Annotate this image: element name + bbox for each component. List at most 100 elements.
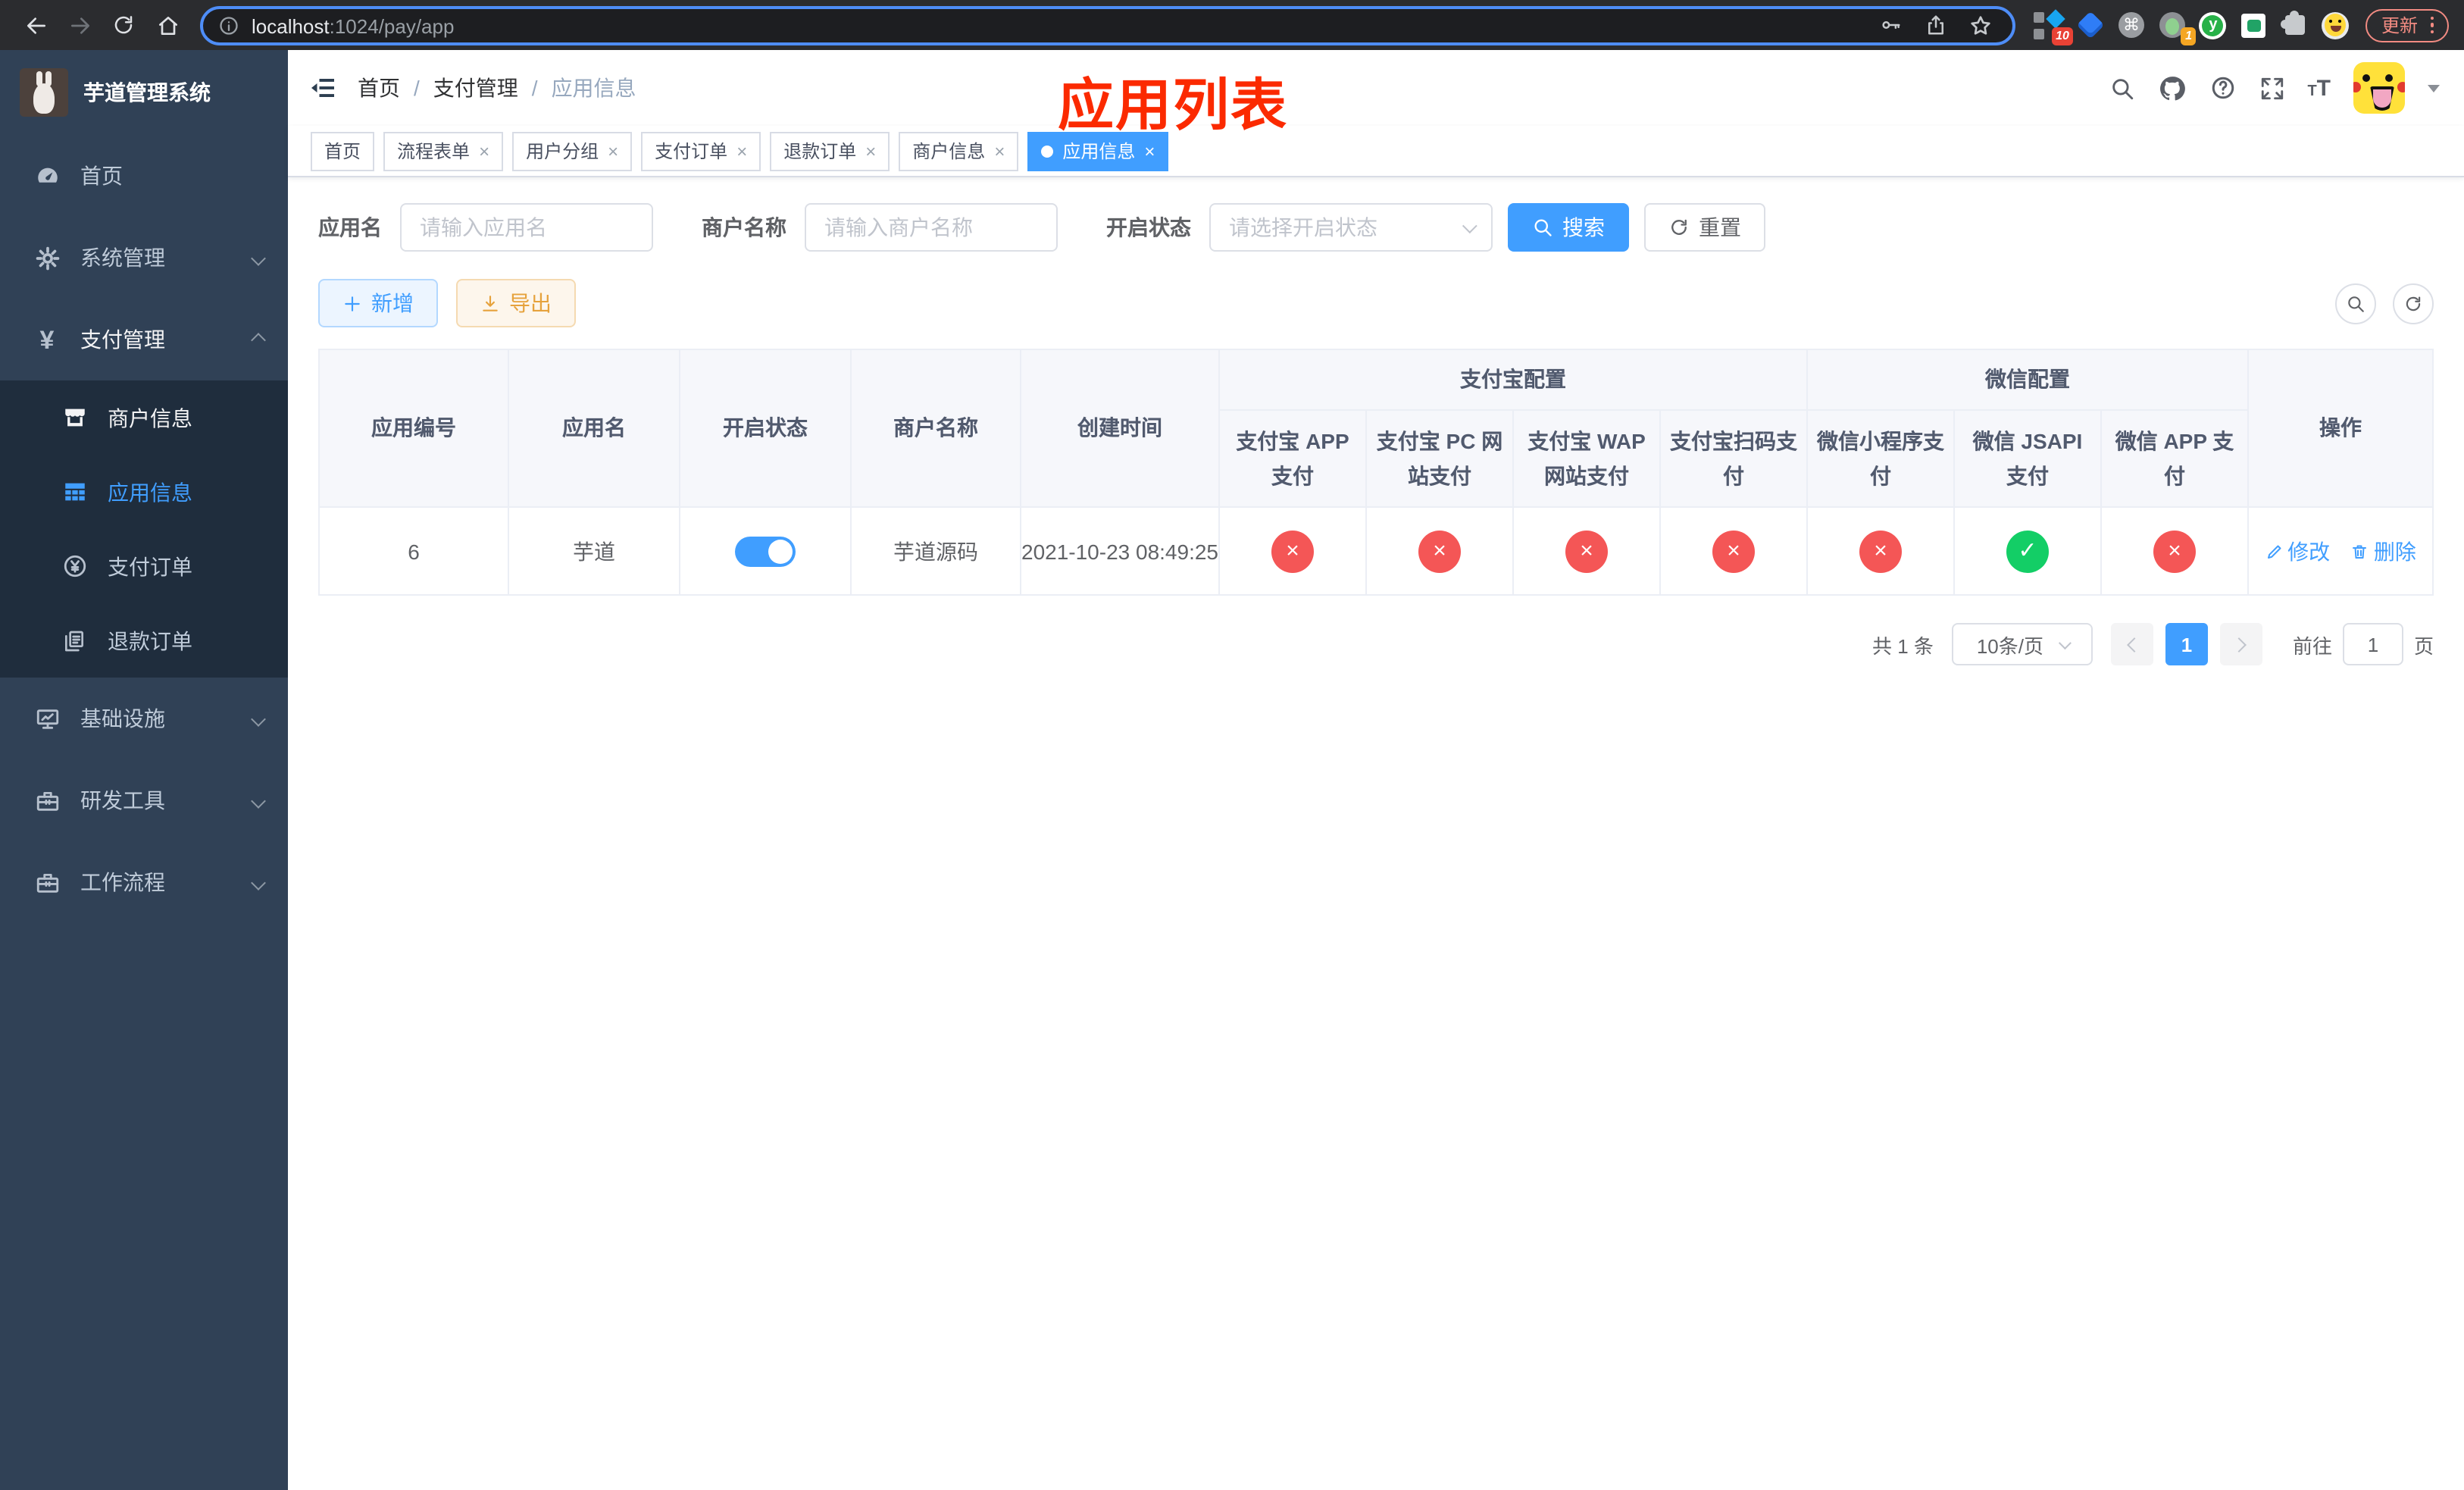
status-select[interactable]: 请选择开启状态 — [1209, 203, 1493, 252]
user-avatar[interactable] — [2353, 62, 2405, 114]
close-icon[interactable]: × — [865, 142, 876, 160]
chevron-down-icon — [2057, 637, 2071, 650]
browser-toolbar: localhost:1024/pay/app 10 ⌘ 1 y 更新 — [0, 0, 2464, 50]
extension-recorder-icon[interactable]: 1 — [2157, 10, 2197, 45]
sidebar-item-workflow[interactable]: 工作流程 — [0, 841, 288, 923]
page-size-select[interactable]: 10条/页 — [1951, 623, 2093, 665]
help-icon[interactable] — [2209, 74, 2236, 102]
update-label: 更新 — [2381, 15, 2418, 36]
sidebar-item-home[interactable]: 首页 — [0, 135, 288, 217]
extension-gem-icon[interactable] — [2075, 10, 2106, 40]
close-icon[interactable]: × — [736, 142, 747, 160]
chevron-down-icon — [251, 250, 266, 265]
toolbox-icon — [33, 787, 61, 813]
forward-icon[interactable] — [59, 5, 100, 45]
goto-page-input[interactable] — [2342, 623, 2403, 665]
extension-badge-2: 1 — [2181, 27, 2197, 45]
sidebar-item-pay-order[interactable]: 支付订单 — [0, 529, 288, 603]
enabled-toggle[interactable] — [735, 536, 796, 566]
edit-link[interactable]: 修改 — [2265, 536, 2330, 566]
app-logo[interactable]: 芋道管理系统 — [0, 50, 288, 135]
sidebar-item-payment[interactable]: ¥ 支付管理 — [0, 299, 288, 380]
sidebar-item-system[interactable]: 系统管理 — [0, 217, 288, 299]
breadcrumb-payment[interactable]: 支付管理 — [433, 73, 518, 103]
col-group-alipay: 支付宝配置 — [1218, 349, 1808, 411]
breadcrumb: 首页 / 支付管理 / 应用信息 — [358, 73, 636, 103]
share-icon[interactable] — [1919, 14, 1953, 36]
logo-rabbit-image — [20, 68, 68, 117]
back-icon[interactable] — [15, 5, 56, 45]
payment-submenu: 商户信息 应用信息 支付订单 退款订单 — [0, 380, 288, 678]
breadcrumb-home[interactable]: 首页 — [358, 73, 400, 103]
show-search-button[interactable] — [2335, 283, 2376, 324]
current-page[interactable]: 1 — [2165, 623, 2208, 665]
status-select-placeholder: 请选择开启状态 — [1229, 215, 1377, 239]
search-button[interactable]: 搜索 — [1508, 203, 1629, 252]
sidebar-item-merchant-info[interactable]: 商户信息 — [0, 380, 288, 455]
prev-page-button[interactable] — [2110, 623, 2153, 665]
active-dot — [1041, 145, 1054, 157]
sidebar-toggle-icon[interactable] — [309, 74, 336, 102]
close-icon[interactable]: × — [479, 142, 489, 160]
search-form: 应用名 商户名称 开启状态 请选择开启状态 搜索 — [318, 203, 2434, 252]
tab-merchant-info[interactable]: 商户信息 × — [899, 131, 1019, 171]
sidebar-item-label: 应用信息 — [108, 480, 192, 504]
password-key-icon[interactable] — [1874, 14, 1907, 36]
font-size-icon[interactable]: TT — [2307, 77, 2331, 99]
reload-icon[interactable] — [103, 5, 144, 45]
extension-command-icon[interactable]: ⌘ — [2116, 10, 2147, 40]
url-host: localhost — [252, 14, 330, 37]
sidebar-item-label: 退款订单 — [108, 628, 192, 653]
app-name-input[interactable] — [400, 203, 653, 252]
sidebar-item-label: 系统管理 — [80, 246, 165, 270]
browser-update-menu-button[interactable]: 更新 — [2366, 8, 2449, 42]
fullscreen-icon[interactable] — [2259, 75, 2284, 101]
close-icon[interactable]: × — [608, 142, 618, 160]
sidebar-item-infrastructure[interactable]: 基础设施 — [0, 678, 288, 759]
status-cross-icon: × — [2153, 530, 2196, 572]
add-button[interactable]: 新增 — [318, 279, 438, 327]
navbar-actions: TT — [2109, 62, 2440, 114]
export-button[interactable]: 导出 — [456, 279, 576, 327]
close-icon[interactable]: × — [994, 142, 1005, 160]
tab-process-form[interactable]: 流程表单 × — [383, 131, 504, 171]
chevron-down-icon — [251, 875, 266, 890]
refresh-button[interactable] — [2393, 283, 2434, 324]
bookmark-star-icon[interactable] — [1965, 13, 1998, 37]
col-header-merchant: 商户名称 — [850, 349, 1021, 508]
avatar-caret-icon[interactable] — [2428, 84, 2440, 92]
tab-refund-order[interactable]: 退款订单 × — [770, 131, 890, 171]
delete-link[interactable]: 删除 — [2351, 536, 2416, 566]
col-header-alipay-app: 支付宝 APP 支付 — [1218, 409, 1367, 508]
extension-yudao-icon[interactable]: y — [2198, 10, 2228, 40]
extension-tasks-icon[interactable]: 10 — [2034, 8, 2074, 45]
next-page-button[interactable] — [2219, 623, 2262, 665]
app-name-label: 应用名 — [318, 215, 382, 239]
sidebar-item-label: 支付订单 — [108, 554, 192, 578]
browser-profile-avatar[interactable] — [2321, 10, 2351, 40]
col-header-id: 应用编号 — [318, 349, 509, 508]
address-bar[interactable]: localhost:1024/pay/app — [200, 5, 2016, 45]
grid-table-icon — [61, 479, 88, 505]
tab-home[interactable]: 首页 — [311, 131, 375, 171]
sidebar-item-app-info[interactable]: 应用信息 — [0, 455, 288, 529]
reset-button[interactable]: 重置 — [1644, 203, 1765, 252]
github-icon[interactable] — [2157, 74, 2186, 102]
shop-icon — [61, 405, 88, 430]
extensions-puzzle-icon[interactable] — [2280, 10, 2310, 40]
status-check-icon: ✓ — [2006, 530, 2049, 572]
breadcrumb-current: 应用信息 — [551, 76, 636, 100]
extension-chat-icon[interactable] — [2239, 10, 2269, 40]
tab-user-group[interactable]: 用户分组 × — [512, 131, 633, 171]
merchant-name-input[interactable] — [805, 203, 1058, 252]
home-icon[interactable] — [147, 5, 188, 45]
col-header-enabled: 开启状态 — [679, 349, 852, 508]
col-header-name: 应用名 — [508, 349, 680, 508]
sidebar-item-dev-tools[interactable]: 研发工具 — [0, 759, 288, 841]
tab-pay-order[interactable]: 支付订单 × — [641, 131, 761, 171]
cell-merchant: 芋道源码 — [850, 506, 1021, 596]
close-icon[interactable]: × — [1144, 142, 1155, 160]
sidebar-item-refund-order[interactable]: 退款订单 — [0, 603, 288, 678]
site-info-icon[interactable] — [218, 14, 239, 36]
header-search-icon[interactable] — [2109, 75, 2134, 101]
